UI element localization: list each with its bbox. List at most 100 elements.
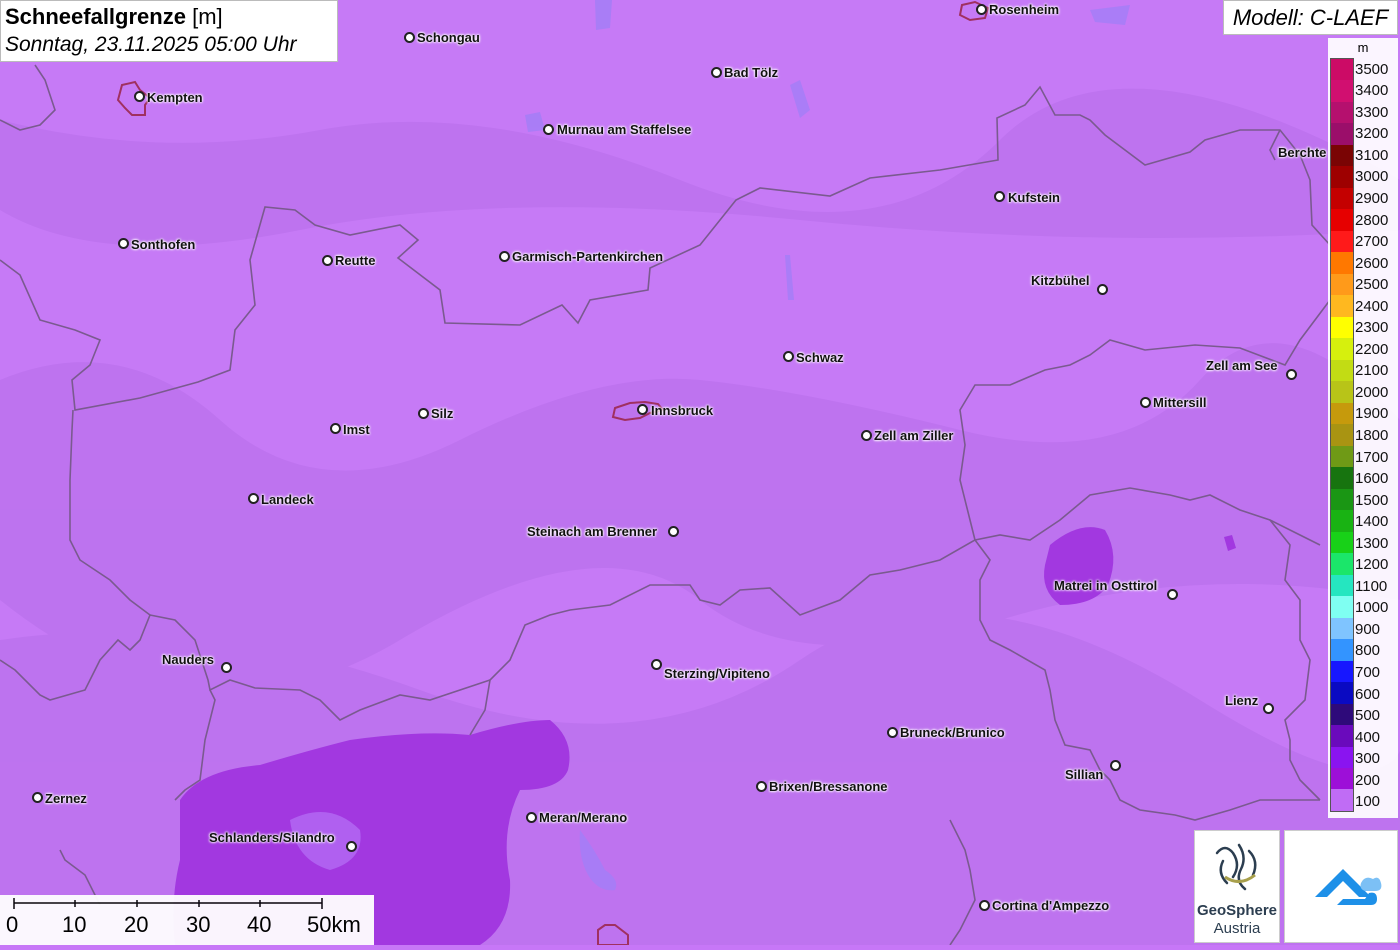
city-label-steinach-am-brenner[interactable]: Steinach am Brenner (527, 524, 657, 539)
city-label-schongau[interactable]: Schongau (417, 30, 480, 45)
scale-label-50km: 50km (307, 912, 361, 937)
city-marker-kempten[interactable] (134, 91, 145, 102)
city-marker-nauders[interactable] (221, 662, 232, 673)
city-marker-imst[interactable] (330, 423, 341, 434)
city-label-schwaz[interactable]: Schwaz (796, 350, 844, 365)
legend-label-2400: 2400 (1355, 297, 1389, 315)
city-marker-sonthofen[interactable] (118, 238, 129, 249)
legend-swatch-2300 (1331, 316, 1353, 339)
legend-label-2200: 2200 (1355, 340, 1389, 358)
city-marker-zernez[interactable] (32, 792, 43, 803)
city-marker-garmisch-partenkirchen[interactable] (499, 251, 510, 262)
legend-swatch-2400 (1331, 295, 1353, 317)
city-label-zernez[interactable]: Zernez (45, 791, 87, 806)
city-marker-bad-t-lz[interactable] (711, 67, 722, 78)
legend-label-500: 500 (1355, 707, 1381, 725)
city-label-imst[interactable]: Imst (343, 422, 370, 437)
city-label-cortina-d-ampezzo[interactable]: Cortina d'Ampezzo (992, 898, 1109, 913)
legend-swatch-2100 (1331, 359, 1353, 382)
city-marker-schwaz[interactable] (783, 351, 794, 362)
snowfall-line-map (0, 0, 1400, 945)
city-marker-brixen-bressanone[interactable] (756, 781, 767, 792)
legend-swatch-500 (1331, 703, 1353, 726)
city-marker-schongau[interactable] (404, 32, 415, 43)
city-marker-schlanders-silandro[interactable] (346, 841, 357, 852)
city-marker-bruneck-brunico[interactable] (887, 727, 898, 738)
city-label-reutte[interactable]: Reutte (335, 253, 375, 268)
city-label-matrei-in-osttirol[interactable]: Matrei in Osttirol (1054, 578, 1157, 593)
city-marker-matrei-in-osttirol[interactable] (1167, 589, 1178, 600)
city-label-sillian[interactable]: Sillian (1065, 767, 1103, 782)
scale-label-20: 20 (124, 912, 149, 937)
legend-swatch-200 (1331, 767, 1353, 790)
weather-app-logo[interactable] (1284, 830, 1398, 943)
legend-swatch-1900 (1331, 402, 1353, 425)
city-marker-innsbruck[interactable] (637, 404, 648, 415)
legend-swatch-100 (1331, 789, 1353, 811)
city-label-schlanders-silandro[interactable]: Schlanders/Silandro (209, 830, 335, 845)
city-marker-cortina-d-ampezzo[interactable] (979, 900, 990, 911)
legend-label-2100: 2100 (1355, 362, 1389, 380)
legend-swatch-600 (1331, 682, 1353, 704)
city-marker-zell-am-see[interactable] (1286, 369, 1297, 380)
city-label-brixen-bressanone[interactable]: Brixen/Bressanone (769, 779, 888, 794)
legend-label-3500: 3500 (1355, 60, 1389, 78)
city-label-rosenheim[interactable]: Rosenheim (989, 2, 1059, 17)
city-label-kempten[interactable]: Kempten (147, 90, 203, 105)
legend-swatch-1600 (1331, 467, 1353, 489)
legend-swatch-1000 (1331, 596, 1353, 618)
city-label-landeck[interactable]: Landeck (261, 492, 314, 507)
legend-label-1600: 1600 (1355, 470, 1389, 488)
city-label-garmisch-partenkirchen[interactable]: Garmisch-Partenkirchen (512, 249, 663, 264)
city-marker-reutte[interactable] (322, 255, 333, 266)
legend-label-2300: 2300 (1355, 319, 1389, 337)
city-marker-mittersill[interactable] (1140, 397, 1151, 408)
geosphere-name: GeoSphere (1196, 902, 1278, 919)
city-marker-sterzing-vipiteno[interactable] (651, 659, 662, 670)
legend-label-3100: 3100 (1355, 146, 1389, 164)
legend-label-2500: 2500 (1355, 276, 1389, 294)
city-marker-sillian[interactable] (1110, 760, 1121, 771)
legend-label-2700: 2700 (1355, 233, 1389, 251)
city-marker-landeck[interactable] (248, 493, 259, 504)
legend-label-2800: 2800 (1355, 211, 1389, 229)
city-marker-lienz[interactable] (1263, 703, 1274, 714)
city-marker-steinach-am-brenner[interactable] (668, 526, 679, 537)
city-marker-kufstein[interactable] (994, 191, 1005, 202)
city-label-nauders[interactable]: Nauders (162, 652, 214, 667)
scale-label-40: 40 (247, 912, 272, 937)
city-label-mittersill[interactable]: Mittersill (1153, 395, 1206, 410)
city-label-sterzing-vipiteno[interactable]: Sterzing/Vipiteno (664, 666, 770, 681)
city-label-berchte[interactable]: Berchte (1278, 145, 1326, 160)
map-subtitle: Sonntag, 23.11.2025 05:00 Uhr (5, 33, 297, 56)
legend-label-3400: 3400 (1355, 82, 1389, 100)
city-label-zell-am-ziller[interactable]: Zell am Ziller (874, 428, 953, 443)
city-label-silz[interactable]: Silz (431, 406, 453, 421)
city-label-innsbruck[interactable]: Innsbruck (651, 403, 713, 418)
legend-label-400: 400 (1355, 728, 1381, 746)
legend-label-200: 200 (1355, 771, 1381, 789)
city-label-lienz[interactable]: Lienz (1225, 693, 1258, 708)
city-marker-zell-am-ziller[interactable] (861, 430, 872, 441)
city-marker-silz[interactable] (418, 408, 429, 419)
legend-swatch-3500 (1331, 59, 1353, 81)
cloud-roof-icon (1315, 869, 1382, 905)
city-label-kufstein[interactable]: Kufstein (1008, 190, 1060, 205)
city-label-bruneck-brunico[interactable]: Bruneck/Brunico (900, 725, 1005, 740)
scale-label-10: 10 (62, 912, 87, 937)
legend-label-800: 800 (1355, 642, 1381, 660)
legend-swatch-700 (1331, 660, 1353, 683)
legend-swatch-2500 (1331, 273, 1353, 296)
city-label-kitzb-hel[interactable]: Kitzbühel (1031, 273, 1090, 288)
city-marker-meran-merano[interactable] (526, 812, 537, 823)
city-marker-kitzb-hel[interactable] (1097, 284, 1108, 295)
city-label-meran-merano[interactable]: Meran/Merano (539, 810, 627, 825)
city-marker-rosenheim[interactable] (976, 4, 987, 15)
legend-label-1500: 1500 (1355, 491, 1389, 509)
city-label-murnau-am-staffelsee[interactable]: Murnau am Staffelsee (557, 122, 691, 137)
city-label-sonthofen[interactable]: Sonthofen (131, 237, 195, 252)
city-label-bad-t-lz[interactable]: Bad Tölz (724, 65, 778, 80)
legend-swatch-400 (1331, 725, 1353, 747)
city-marker-murnau-am-staffelsee[interactable] (543, 124, 554, 135)
city-label-zell-am-see[interactable]: Zell am See (1206, 358, 1278, 373)
